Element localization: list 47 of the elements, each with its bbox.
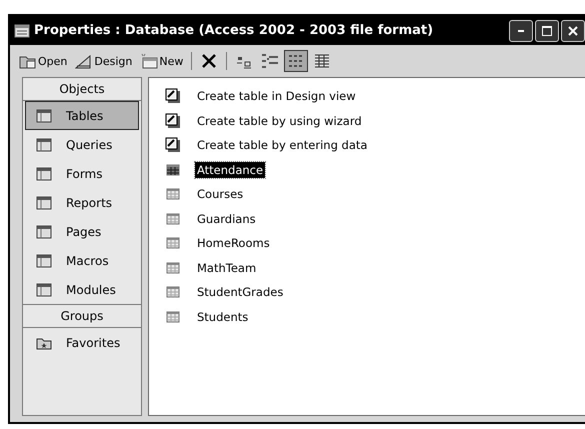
- list-item[interactable]: Students: [195, 308, 250, 325]
- sidebar-item[interactable]: Forms: [25, 159, 139, 188]
- table-icon: [165, 235, 181, 252]
- list-item[interactable]: HomeRooms: [195, 235, 272, 252]
- sidebar-item[interactable]: Queries: [25, 130, 139, 159]
- section-header[interactable]: Groups: [23, 304, 141, 328]
- wizard-icon: [165, 88, 181, 104]
- minimize-icon: [518, 30, 524, 32]
- sidebar-item[interactable]: Tables: [25, 101, 139, 130]
- close-icon: [567, 24, 579, 36]
- list-item[interactable]: Create table by using wizard: [195, 112, 364, 129]
- sidebar-item[interactable]: Macros: [25, 246, 139, 275]
- sidebar-item[interactable]: Modules: [25, 275, 139, 304]
- sidebar-item[interactable]: Favorites: [25, 328, 139, 357]
- list-item[interactable]: Attendance: [195, 162, 266, 178]
- window-title: Properties : Database (Access 2002 - 2003 file format): [34, 23, 434, 38]
- list-item[interactable]: Guardians: [195, 210, 258, 227]
- sidebar-item[interactable]: Pages: [25, 217, 139, 246]
- table-icon: [165, 260, 181, 276]
- sidebar-item[interactable]: Reports: [25, 188, 139, 217]
- toolbar-button[interactable]: Design: [72, 50, 136, 72]
- table-icon: [165, 210, 181, 227]
- table-icon: [165, 284, 181, 300]
- details-icon: [313, 53, 332, 69]
- list-item[interactable]: Create table by entering data: [195, 137, 370, 154]
- database-icon: [14, 24, 30, 38]
- small-icons-icon: [261, 53, 280, 69]
- list-item[interactable]: Courses: [195, 186, 246, 202]
- delete-icon: [200, 53, 218, 69]
- maximize-icon: [541, 24, 553, 36]
- table-icon: [165, 308, 181, 325]
- wizard-icon: [165, 137, 181, 154]
- toolbar-button[interactable]: New: [137, 50, 186, 72]
- table-icon: [165, 162, 181, 178]
- minimize-button[interactable]: [509, 20, 533, 42]
- table-icon: [165, 186, 181, 202]
- list-item[interactable]: Create table in Design view: [195, 88, 358, 104]
- table-icon: [36, 108, 52, 124]
- table-icon: [140, 53, 158, 69]
- wizard-icon: [165, 112, 181, 129]
- close-button[interactable]: [561, 20, 585, 42]
- list-item[interactable]: MathTeam: [195, 260, 258, 276]
- toolbar-button[interactable]: Open: [16, 50, 70, 72]
- maximize-button[interactable]: [535, 20, 559, 42]
- ruler-icon: [75, 53, 94, 69]
- list-item[interactable]: StudentGrades: [195, 284, 286, 300]
- view-button[interactable]: [284, 50, 308, 72]
